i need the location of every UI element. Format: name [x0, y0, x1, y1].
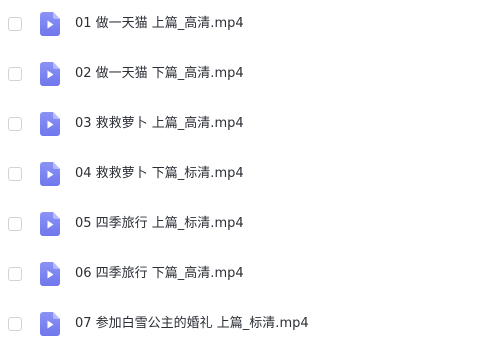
- file-row[interactable]: 03 救救萝卜 上篇_高清.mp4: [0, 100, 483, 150]
- video-file-icon[interactable]: [40, 112, 60, 136]
- file-name[interactable]: 04 救救萝卜 下篇_标清.mp4: [75, 165, 244, 183]
- video-file-icon[interactable]: [40, 312, 60, 336]
- checkbox-icon[interactable]: [8, 117, 22, 131]
- file-row[interactable]: 01 做一天猫 上篇_高清.mp4: [0, 0, 483, 50]
- video-file-icon[interactable]: [40, 212, 60, 236]
- file-row[interactable]: 06 四季旅行 下篇_高清.mp4: [0, 250, 483, 300]
- video-file-icon[interactable]: [40, 12, 60, 36]
- checkbox-icon[interactable]: [8, 267, 22, 281]
- file-name[interactable]: 03 救救萝卜 上篇_高清.mp4: [75, 115, 244, 133]
- file-name[interactable]: 02 做一天猫 下篇_高清.mp4: [75, 65, 244, 83]
- file-name[interactable]: 01 做一天猫 上篇_高清.mp4: [75, 15, 244, 33]
- file-name[interactable]: 07 参加白雪公主的婚礼 上篇_标清.mp4: [75, 315, 309, 333]
- checkbox-icon[interactable]: [8, 67, 22, 81]
- checkbox-icon[interactable]: [8, 217, 22, 231]
- file-row[interactable]: 02 做一天猫 下篇_高清.mp4: [0, 50, 483, 100]
- checkbox-icon[interactable]: [8, 167, 22, 181]
- file-row[interactable]: 05 四季旅行 上篇_标清.mp4: [0, 200, 483, 250]
- video-file-icon[interactable]: [40, 262, 60, 286]
- file-row[interactable]: 04 救救萝卜 下篇_标清.mp4: [0, 150, 483, 200]
- file-name[interactable]: 06 四季旅行 下篇_高清.mp4: [75, 265, 244, 283]
- video-file-icon[interactable]: [40, 162, 60, 186]
- checkbox-icon[interactable]: [8, 17, 22, 31]
- video-file-icon[interactable]: [40, 62, 60, 86]
- file-name[interactable]: 05 四季旅行 上篇_标清.mp4: [75, 215, 244, 233]
- file-row[interactable]: 07 参加白雪公主的婚礼 上篇_标清.mp4: [0, 300, 483, 350]
